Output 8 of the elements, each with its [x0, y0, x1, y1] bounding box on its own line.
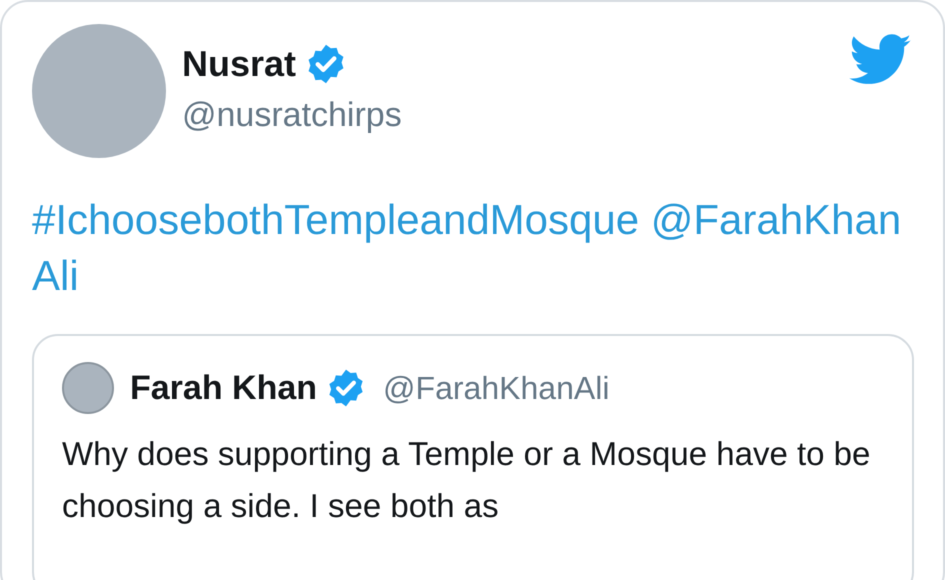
- bird-logo-icon: [849, 34, 913, 86]
- user-name: Nusrat: [182, 46, 296, 82]
- tweet-text: #IchoosebothTempleandMosque @FarahKhanAli: [32, 195, 902, 301]
- user-handle: @nusratchirps: [182, 95, 402, 136]
- user-handle: @FarahKhanAli: [383, 369, 610, 408]
- avatar: [62, 362, 114, 414]
- user-name: Farah Khan: [130, 368, 318, 408]
- quoted-tweet-text: Why does supporting a Temple or a Mosque have to be choosing a side. I see both as: [62, 434, 872, 526]
